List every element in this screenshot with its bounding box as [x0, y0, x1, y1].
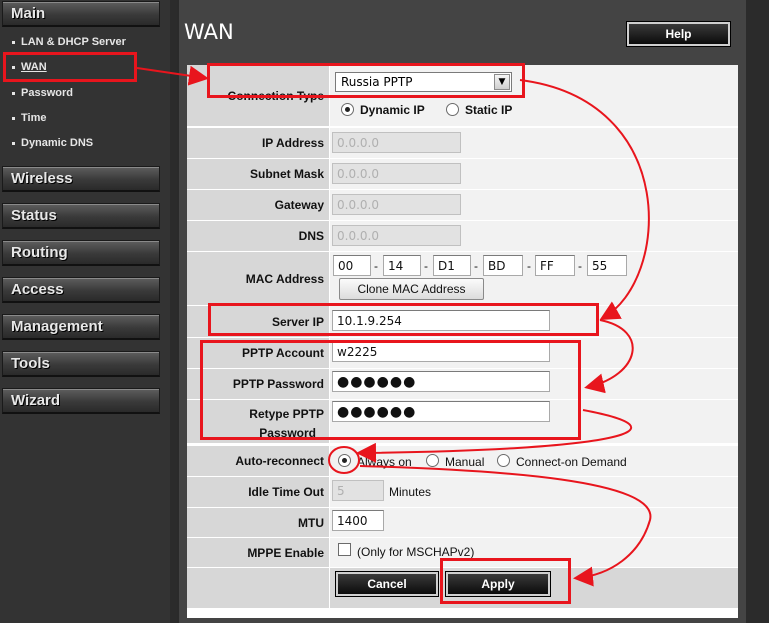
nav-access[interactable]: Access [2, 277, 160, 303]
label-text: Connection Type [227, 88, 324, 103]
idle-time-unit: Minutes [389, 485, 432, 499]
pptp-account-input[interactable] [332, 341, 550, 362]
cancel-button[interactable]: Cancel [336, 572, 438, 596]
always-on-radio[interactable] [338, 454, 351, 467]
label-text: DNS [298, 229, 324, 243]
sidebar-item-label: WAN [21, 61, 47, 73]
static-ip-label: Static IP [465, 103, 513, 117]
mtu-input[interactable] [332, 510, 384, 531]
ip-address-input[interactable] [332, 132, 461, 153]
mac-octet-1[interactable] [333, 255, 371, 276]
mac-separator: - [578, 259, 582, 273]
sidebar-item-password[interactable]: Password [12, 87, 73, 99]
mac-separator: - [374, 259, 378, 273]
mac-separator: - [527, 259, 531, 273]
chevron-down-icon[interactable]: ▼ [494, 74, 510, 90]
mac-octet-6[interactable] [587, 255, 627, 276]
auto-reconnect-label: Auto-reconnect [187, 446, 329, 476]
pptp-password-input[interactable] [332, 371, 550, 392]
sidebar: Main LAN & DHCP Server WAN Password Time… [0, 0, 170, 623]
sidebar-item-time[interactable]: Time [12, 112, 46, 124]
bullet-icon [12, 91, 15, 95]
label-text: IP Address [261, 136, 324, 150]
nav-routing[interactable]: Routing [2, 240, 160, 266]
sidebar-item-label: LAN & DHCP Server [21, 36, 126, 48]
label-text: Password [259, 426, 316, 440]
sidebar-item-label: Password [21, 87, 73, 99]
mac-address-label: MAC Address [187, 252, 329, 305]
selected-value: Russia PPTP [341, 75, 413, 89]
subnet-mask-label: Subnet Mask [187, 159, 329, 189]
manual-radio[interactable] [426, 454, 439, 467]
nav-tools[interactable]: Tools [2, 351, 160, 377]
server-ip-input[interactable] [332, 310, 550, 331]
bullet-icon [12, 65, 15, 69]
nav-wireless[interactable]: Wireless [2, 166, 160, 192]
sidebar-item-dynamic-dns[interactable]: Dynamic DNS [12, 137, 93, 149]
dynamic-ip-radio[interactable] [341, 103, 354, 116]
sidebar-item-label: Time [21, 112, 47, 124]
nav-wizard[interactable]: Wizard [2, 388, 160, 414]
label-text: PPTP Password [232, 377, 324, 391]
ip-address-label: IP Address [187, 128, 329, 158]
label-text: MAC Address [245, 271, 324, 286]
nav-status[interactable]: Status [2, 203, 160, 229]
pptp-account-label: PPTP Account [187, 338, 329, 368]
label-text: Retype PPTP [249, 407, 324, 421]
sidebar-item-lan-dhcp[interactable]: LAN & DHCP Server [12, 36, 126, 48]
bullet-icon [12, 116, 15, 120]
manual-label: Manual [445, 455, 485, 469]
label-text: Idle Time Out [248, 485, 324, 499]
label-text: MPPE Enable [247, 545, 324, 560]
mac-separator: - [424, 259, 428, 273]
mac-octet-4[interactable] [483, 255, 523, 276]
footer-label-cell [187, 568, 329, 608]
connect-on-demand-label: Connect-on Demand [516, 455, 627, 469]
dynamic-ip-label: Dynamic IP [360, 103, 425, 117]
bullet-icon [12, 40, 15, 44]
label-text: Subnet Mask [249, 167, 324, 181]
idle-time-input[interactable] [332, 480, 384, 501]
mppe-checkbox[interactable] [338, 543, 351, 556]
mac-octet-2[interactable] [383, 255, 421, 276]
bullet-icon [12, 141, 15, 145]
dns-label: DNS [187, 221, 329, 251]
label-text: Server IP [271, 314, 324, 329]
label-text: MTU [298, 515, 324, 530]
idle-time-label: Idle Time Out [187, 477, 329, 507]
always-on-label: Always on [357, 455, 412, 469]
nav-main[interactable]: Main [2, 1, 160, 27]
pptp-password-label: PPTP Password [187, 369, 329, 399]
retype-password-label: Retype PPTP Password [187, 400, 329, 443]
help-button[interactable]: Help [627, 22, 730, 46]
label-text: Gateway [274, 198, 324, 212]
sidebar-item-wan[interactable]: WAN [12, 61, 47, 73]
mac-octet-3[interactable] [433, 255, 471, 276]
gateway-input[interactable] [332, 194, 461, 215]
nav-management[interactable]: Management [2, 314, 160, 340]
gateway-label: Gateway [187, 190, 329, 220]
mppe-enable-label: MPPE Enable [187, 538, 329, 567]
label-text: PPTP Account [241, 346, 324, 360]
mac-octet-5[interactable] [535, 255, 575, 276]
connect-on-demand-radio[interactable] [497, 454, 510, 467]
clone-mac-button[interactable]: Clone MAC Address [339, 278, 484, 300]
connection-type-select[interactable]: Russia PPTP ▼ [335, 72, 512, 92]
page-title: WAN [184, 20, 234, 44]
server-ip-label: Server IP [187, 306, 329, 337]
label-text: Auto-reconnect [235, 454, 324, 468]
retype-password-input[interactable] [332, 401, 550, 422]
static-ip-radio[interactable] [446, 103, 459, 116]
mtu-cell [330, 508, 738, 537]
mppe-note: (Only for MSCHAPv2) [357, 545, 475, 559]
apply-button[interactable]: Apply [446, 572, 550, 596]
connection-type-label: Connection Type [187, 65, 329, 126]
dns-input[interactable] [332, 225, 461, 246]
sidebar-item-label: Dynamic DNS [21, 137, 94, 149]
mtu-label: MTU [187, 508, 329, 537]
mac-separator: - [474, 259, 478, 273]
subnet-mask-input[interactable] [332, 163, 461, 184]
